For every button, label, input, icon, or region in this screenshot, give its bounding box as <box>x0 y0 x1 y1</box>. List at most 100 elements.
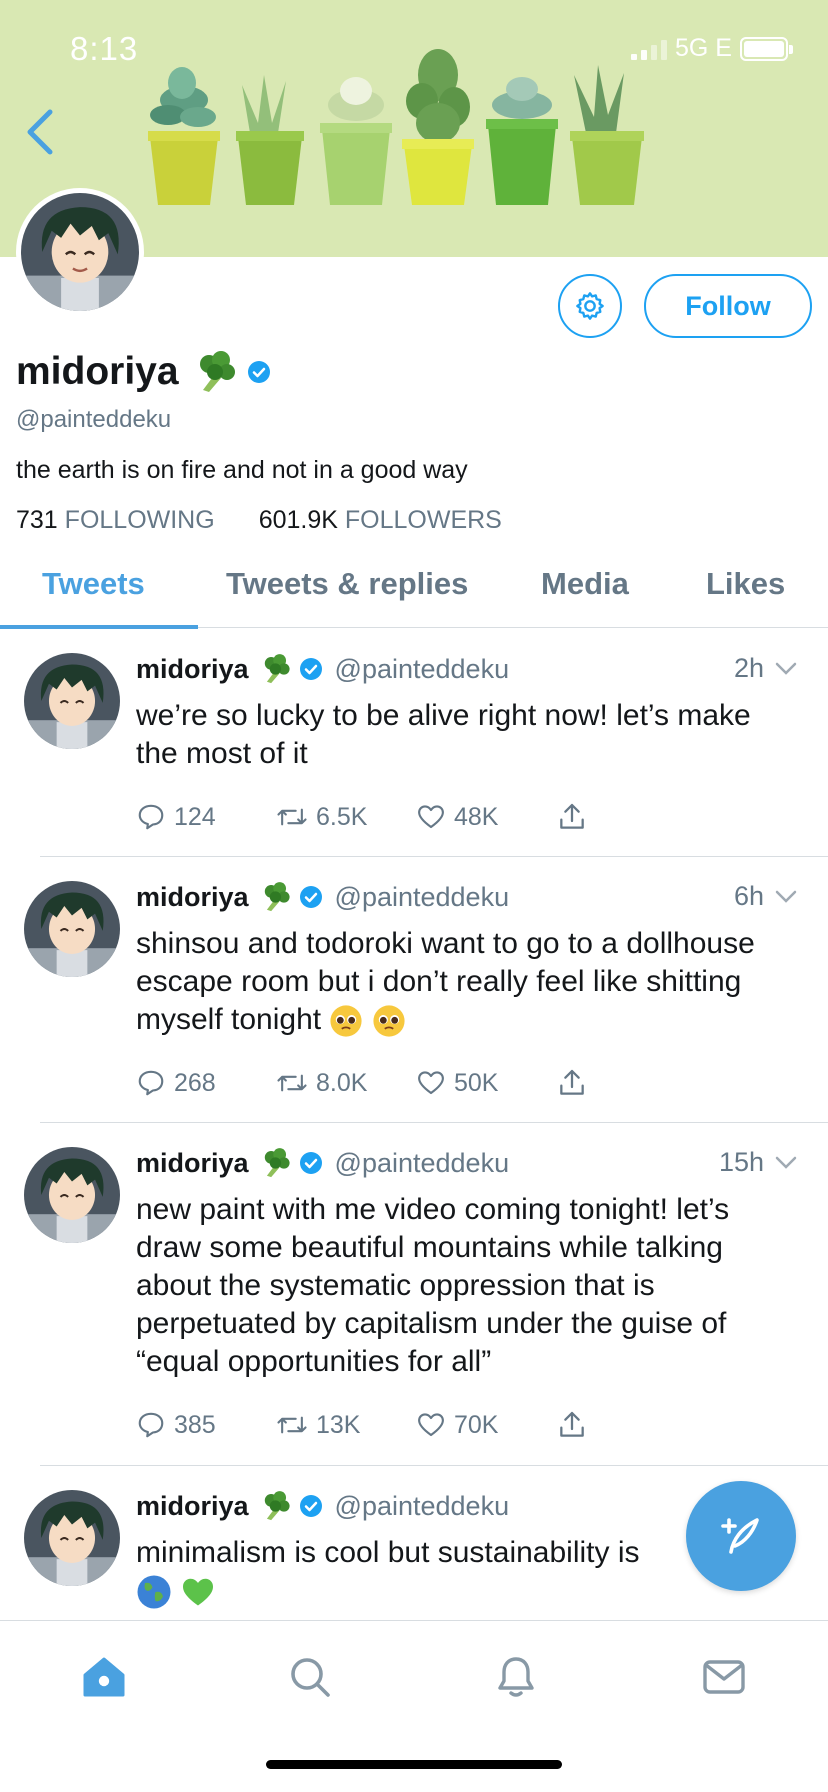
verified-badge-icon <box>247 361 270 383</box>
tab-tweets[interactable]: Tweets <box>42 566 145 602</box>
reply-icon <box>138 1070 164 1096</box>
heart-icon <box>418 805 444 829</box>
battery-icon <box>740 36 793 61</box>
tweet-avatar[interactable] <box>24 1147 120 1243</box>
profile-avatar[interactable] <box>16 188 144 316</box>
tweet-author-name[interactable]: midoriya <box>136 654 249 685</box>
heart-icon <box>418 1413 444 1437</box>
chevron-down-icon[interactable] <box>774 889 798 905</box>
tweet-author-name[interactable]: midoriya <box>136 1148 249 1179</box>
back-chevron-icon[interactable] <box>20 106 60 158</box>
globe-emoji <box>137 1575 171 1609</box>
settings-button[interactable] <box>558 274 622 338</box>
share-button[interactable] <box>556 1409 696 1441</box>
tab-likes[interactable]: Likes <box>706 566 785 602</box>
pleading-face-emoji <box>373 1005 405 1037</box>
avatar-image <box>24 653 120 749</box>
like-count: 48K <box>454 802 499 831</box>
broccoli-emoji <box>264 654 290 684</box>
tweet-actions: 268 8.0K 50K <box>136 1067 696 1099</box>
like-button[interactable]: 48K <box>416 801 556 833</box>
home-indicator[interactable] <box>266 1760 562 1769</box>
chevron-down-icon[interactable] <box>774 661 798 677</box>
like-button[interactable]: 50K <box>416 1067 556 1099</box>
tweet-header: midoriya @painteddeku <box>136 1147 509 1179</box>
like-button[interactable]: 70K <box>416 1409 556 1441</box>
broccoli-emoji <box>199 351 235 392</box>
plant-pot-5 <box>486 77 558 205</box>
share-button[interactable] <box>556 801 696 833</box>
tweet-text: new paint with me video coming tonight! … <box>136 1193 730 1378</box>
tab-media[interactable]: Media <box>541 566 629 602</box>
broccoli-emoji <box>264 882 290 912</box>
status-time: 8:13 <box>70 30 139 67</box>
heart-icon <box>418 1071 444 1095</box>
tweet-timestamp: 6h <box>733 881 764 911</box>
retweet-button[interactable]: 8.0K <box>276 1067 416 1099</box>
messages-icon[interactable] <box>700 1653 748 1701</box>
tweet-avatar[interactable] <box>24 653 120 749</box>
avatar-image <box>24 1147 120 1243</box>
tweet-author-handle: @painteddeku <box>334 653 510 684</box>
tweet-avatar[interactable] <box>24 881 120 977</box>
profile-name: midoriya <box>16 350 179 393</box>
reply-icon <box>138 804 164 830</box>
tab-tweets-replies[interactable]: Tweets & replies <box>226 566 468 602</box>
tweet-header: midoriya @painteddeku <box>136 881 509 913</box>
tweet-avatar[interactable] <box>24 1490 120 1586</box>
green-heart-emoji <box>183 1578 214 1606</box>
reply-icon <box>138 1412 164 1438</box>
tweet-time-row: 2h <box>734 653 798 684</box>
reply-button[interactable]: 385 <box>136 1409 276 1441</box>
tweet-author-name[interactable]: midoriya <box>136 882 249 913</box>
profile-handle: @painteddeku <box>16 406 172 433</box>
share-button[interactable] <box>556 1067 696 1099</box>
broccoli-emoji <box>264 1148 290 1178</box>
cactus-pots-illustration <box>148 49 644 205</box>
avatar-image <box>21 193 139 311</box>
avatar-image <box>24 1490 120 1586</box>
reply-button[interactable]: 268 <box>136 1067 276 1099</box>
tweet-timestamp: 15h <box>718 1147 764 1177</box>
retweet-count: 13K <box>316 1410 361 1439</box>
pleading-face-emoji <box>330 1005 363 1037</box>
tweet-body: shinsou and todoroki want to go to a dol… <box>136 925 796 1039</box>
followers-count[interactable]: 601.9K FOLLOWERS <box>259 506 502 535</box>
verified-badge-icon <box>299 1152 322 1174</box>
reply-count: 268 <box>174 1068 216 1097</box>
tweet-time-row: 15h <box>719 1147 798 1178</box>
broccoli-emoji <box>264 1491 290 1521</box>
retweet-button[interactable]: 13K <box>276 1409 416 1441</box>
tweet-author-handle: @painteddeku <box>334 881 510 912</box>
reply-button[interactable]: 124 <box>136 801 276 833</box>
profile-name-row: midoriya <box>16 350 271 394</box>
tweet-author-handle: @painteddeku <box>334 1490 510 1521</box>
search-icon[interactable] <box>286 1653 334 1701</box>
tweet-actions: 124 6.5K 48K <box>136 801 696 833</box>
retweet-count: 8.0K <box>316 1068 368 1097</box>
tweet[interactable]: midoriya @painteddeku 6h shinsou and tod… <box>0 857 828 1123</box>
home-icon[interactable] <box>80 1653 128 1701</box>
compose-tweet-icon <box>721 1518 759 1554</box>
verified-badge-icon <box>299 658 322 680</box>
retweet-icon <box>277 1416 307 1434</box>
tweet-header: midoriya @painteddeku <box>136 1490 509 1522</box>
tweet-timestamp: 2h <box>733 653 764 683</box>
retweet-button[interactable]: 6.5K <box>276 801 416 833</box>
plant-pot-6 <box>570 65 644 205</box>
compose-tweet-button[interactable] <box>686 1481 796 1591</box>
tweet[interactable]: midoriya @painteddeku 2h we’re so lucky … <box>0 629 828 857</box>
following-count[interactable]: 731 FOLLOWING <box>16 506 215 535</box>
notifications-icon[interactable] <box>492 1653 540 1701</box>
follow-button[interactable]: Follow <box>644 274 812 338</box>
share-icon <box>560 1411 584 1437</box>
chevron-down-icon[interactable] <box>774 1155 798 1171</box>
follow-counts: 731 FOLLOWING 601.9K FOLLOWERS <box>16 506 502 535</box>
plant-pot-3 <box>320 77 392 205</box>
like-count: 50K <box>454 1068 499 1097</box>
tweet-text: we’re so lucky to be alive right now! le… <box>136 699 751 770</box>
tweet[interactable]: midoriya @painteddeku 15h new paint with… <box>0 1123 828 1466</box>
tweet-time-row: 6h <box>734 881 798 912</box>
tweet-author-name[interactable]: midoriya <box>136 1491 249 1522</box>
tweet-text: shinsou and todoroki want to go to a dol… <box>136 927 755 1036</box>
